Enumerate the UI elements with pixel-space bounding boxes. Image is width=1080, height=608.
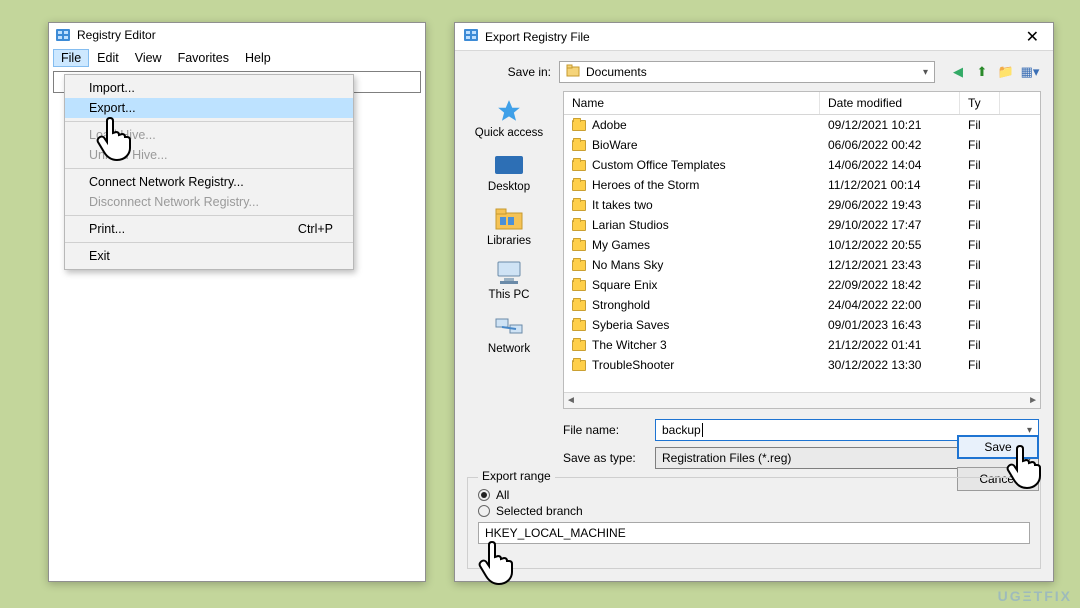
menu-print[interactable]: Print...Ctrl+P bbox=[65, 215, 353, 239]
table-row[interactable]: The Witcher 321/12/2022 01:41Fil bbox=[564, 335, 1040, 355]
folder-icon bbox=[572, 280, 586, 291]
chevron-down-icon: ▾ bbox=[923, 67, 928, 78]
menu-connect-network[interactable]: Connect Network Registry... bbox=[65, 168, 353, 192]
save-in-combo[interactable]: Documents ▾ bbox=[559, 61, 935, 83]
table-row[interactable]: Square Enix22/09/2022 18:42Fil bbox=[564, 275, 1040, 295]
folder-icon bbox=[572, 180, 586, 191]
window-title: Registry Editor bbox=[77, 28, 156, 42]
place-libraries[interactable]: Libraries bbox=[487, 205, 531, 247]
radio-icon bbox=[478, 505, 490, 517]
folder-icon bbox=[572, 300, 586, 311]
back-icon[interactable]: ◀ bbox=[949, 63, 967, 81]
table-row[interactable]: Syberia Saves09/01/2023 16:43Fil bbox=[564, 315, 1040, 335]
folder-icon bbox=[572, 260, 586, 271]
file-menu-dropdown: Import... Export... Load Hive... Unload … bbox=[64, 74, 354, 270]
folder-icon bbox=[572, 220, 586, 231]
network-icon bbox=[491, 313, 527, 341]
menu-export[interactable]: Export... bbox=[65, 98, 353, 118]
folder-icon bbox=[572, 200, 586, 211]
text-caret bbox=[702, 423, 703, 437]
dialog-title: Export Registry File bbox=[485, 30, 590, 44]
filename-label: File name: bbox=[563, 423, 645, 437]
regedit-icon bbox=[55, 27, 71, 43]
folder-icon bbox=[572, 320, 586, 331]
chevron-down-icon[interactable]: ▾ bbox=[1027, 425, 1032, 436]
radio-all[interactable]: All bbox=[478, 488, 1030, 502]
table-row[interactable]: Heroes of the Storm11/12/2021 00:14Fil bbox=[564, 175, 1040, 195]
save-in-row: Save in: Documents ▾ ◀ ⬆ 📁 ▦▾ bbox=[455, 51, 1053, 91]
export-dialog: Export Registry File ✕ Save in: Document… bbox=[454, 22, 1054, 582]
table-row[interactable]: Adobe09/12/2021 10:21Fil bbox=[564, 115, 1040, 135]
folder-icon bbox=[572, 120, 586, 131]
nav-icons: ◀ ⬆ 📁 ▦▾ bbox=[949, 63, 1039, 81]
table-row[interactable]: My Games10/12/2022 20:55Fil bbox=[564, 235, 1040, 255]
col-type[interactable]: Ty bbox=[960, 92, 1000, 114]
save-in-value: Documents bbox=[586, 65, 647, 79]
table-row[interactable]: It takes two29/06/2022 19:43Fil bbox=[564, 195, 1040, 215]
watermark: UGΞTFIX bbox=[998, 588, 1072, 604]
new-folder-icon[interactable]: 📁 bbox=[997, 63, 1015, 81]
table-row[interactable]: TroubleShooter30/12/2022 13:30Fil bbox=[564, 355, 1040, 375]
radio-selected-branch[interactable]: Selected branch bbox=[478, 504, 1030, 518]
table-row[interactable]: No Mans Sky12/12/2021 23:43Fil bbox=[564, 255, 1040, 275]
dialog-titlebar: Export Registry File ✕ bbox=[455, 23, 1053, 51]
save-button[interactable]: Save bbox=[957, 435, 1039, 459]
libraries-icon bbox=[491, 205, 527, 233]
menu-view[interactable]: View bbox=[127, 49, 170, 67]
folder-icon bbox=[572, 240, 586, 251]
menubar: File Edit View Favorites Help bbox=[49, 47, 425, 71]
horizontal-scrollbar[interactable]: ◄► bbox=[564, 392, 1040, 408]
place-quick-access[interactable]: Quick access bbox=[475, 97, 543, 139]
menu-exit[interactable]: Exit bbox=[65, 242, 353, 266]
menu-disconnect-network: Disconnect Network Registry... bbox=[65, 192, 353, 212]
saveas-label: Save as type: bbox=[563, 451, 645, 465]
menu-favorites[interactable]: Favorites bbox=[170, 49, 237, 67]
star-icon bbox=[491, 97, 527, 125]
table-row[interactable]: Custom Office Templates14/06/2022 14:04F… bbox=[564, 155, 1040, 175]
pc-icon bbox=[491, 259, 527, 287]
export-range-legend: Export range bbox=[478, 469, 555, 483]
save-in-label: Save in: bbox=[497, 65, 551, 79]
folder-icon bbox=[572, 140, 586, 151]
radio-icon bbox=[478, 489, 490, 501]
menu-file[interactable]: File bbox=[53, 49, 89, 67]
desktop-icon bbox=[491, 151, 527, 179]
table-row[interactable]: Stronghold24/04/2022 22:00Fil bbox=[564, 295, 1040, 315]
titlebar: Registry Editor bbox=[49, 23, 425, 47]
menu-help[interactable]: Help bbox=[237, 49, 279, 67]
file-list[interactable]: Name Date modified Ty Adobe09/12/2021 10… bbox=[563, 91, 1041, 409]
folder-icon bbox=[572, 360, 586, 371]
menu-edit[interactable]: Edit bbox=[89, 49, 127, 67]
folder-icon bbox=[572, 340, 586, 351]
branch-input[interactable]: HKEY_LOCAL_MACHINE bbox=[478, 522, 1030, 544]
documents-icon bbox=[566, 64, 580, 81]
menu-unload-hive: Unload Hive... bbox=[65, 145, 353, 165]
up-icon[interactable]: ⬆ bbox=[973, 63, 991, 81]
place-desktop[interactable]: Desktop bbox=[488, 151, 530, 193]
export-range-group: Export range All Selected branch HKEY_LO… bbox=[467, 477, 1041, 569]
place-network[interactable]: Network bbox=[488, 313, 530, 355]
menu-load-hive: Load Hive... bbox=[65, 121, 353, 145]
places-bar: Quick access Desktop Libraries This PC N… bbox=[455, 91, 563, 409]
view-menu-icon[interactable]: ▦▾ bbox=[1021, 63, 1039, 81]
col-date[interactable]: Date modified bbox=[820, 92, 960, 114]
menu-import[interactable]: Import... bbox=[65, 78, 353, 98]
main-area: Quick access Desktop Libraries This PC N… bbox=[455, 91, 1053, 409]
place-this-pc[interactable]: This PC bbox=[489, 259, 530, 301]
close-button[interactable]: ✕ bbox=[1020, 27, 1045, 47]
table-row[interactable]: Larian Studios29/10/2022 17:47Fil bbox=[564, 215, 1040, 235]
table-row[interactable]: BioWare06/06/2022 00:42Fil bbox=[564, 135, 1040, 155]
folder-icon bbox=[572, 160, 586, 171]
regedit-icon bbox=[463, 27, 479, 46]
list-header[interactable]: Name Date modified Ty bbox=[564, 92, 1040, 115]
col-name[interactable]: Name bbox=[564, 92, 820, 114]
